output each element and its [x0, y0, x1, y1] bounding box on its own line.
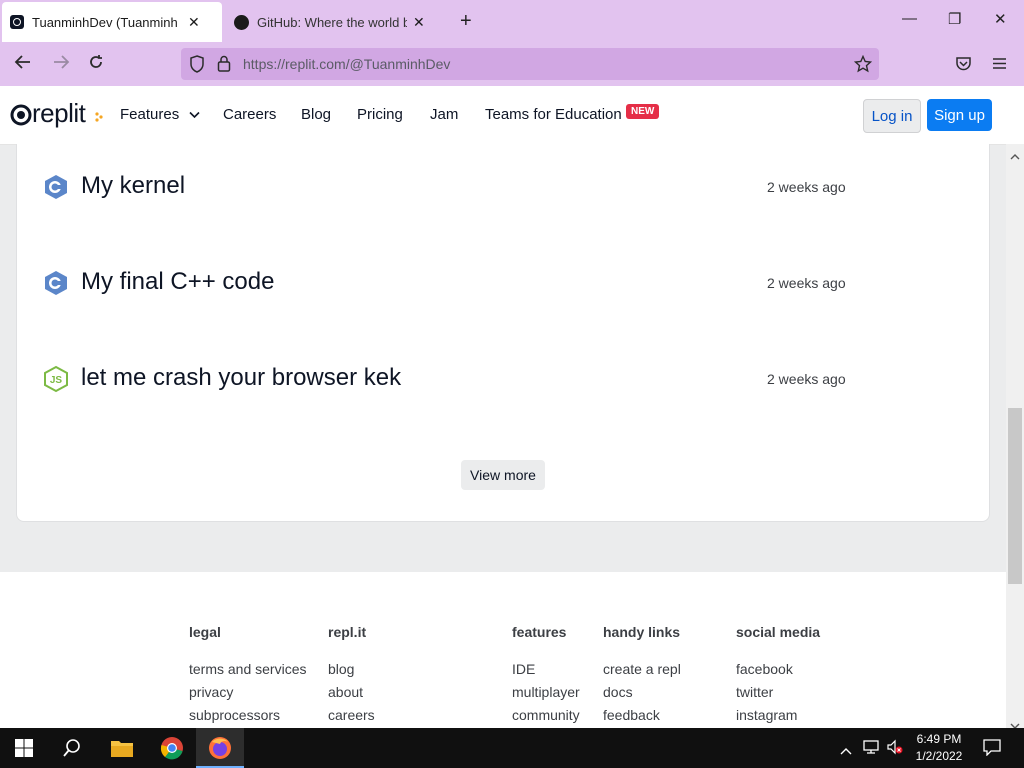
reload-icon[interactable]: [88, 54, 104, 75]
footer-link[interactable]: community: [512, 707, 580, 723]
nav-pricing[interactable]: Pricing: [357, 106, 403, 123]
footer-heading-replit: repl.it: [328, 624, 367, 640]
tab-title: GitHub: Where the world builds software: [257, 14, 407, 30]
footer-heading-legal: legal: [189, 624, 221, 640]
view-more-button[interactable]: View more: [461, 460, 545, 490]
footer-heading-social-media: social media: [736, 624, 821, 640]
footer-link[interactable]: twitter: [736, 684, 773, 700]
nav-teams-for-education[interactable]: Teams for Education: [485, 106, 622, 123]
chrome-icon[interactable]: [160, 736, 184, 760]
volume-muted-icon[interactable]: [886, 739, 904, 760]
bookmark-star-icon[interactable]: [853, 54, 873, 78]
chevron-down-icon: [189, 106, 200, 123]
replit-logo-text[interactable]: replit: [32, 98, 86, 129]
tab-github[interactable]: GitHub: Where the world builds software …: [226, 2, 450, 42]
new-badge: NEW: [626, 104, 660, 119]
footer-heading-handy-links: handy links: [603, 624, 681, 640]
network-icon[interactable]: [862, 739, 880, 760]
footer-link[interactable]: subprocessors: [189, 707, 280, 723]
footer-link[interactable]: docs: [603, 684, 633, 700]
notification-icon[interactable]: [983, 739, 1001, 761]
footer-link[interactable]: blog: [328, 661, 354, 677]
file-explorer-icon[interactable]: [110, 738, 134, 762]
shield-icon[interactable]: [189, 55, 205, 78]
url-text[interactable]: https://replit.com/@TuanminhDev: [243, 56, 450, 72]
footer-link[interactable]: careers: [328, 707, 375, 723]
footer-link[interactable]: feedback: [603, 707, 660, 723]
clock-time: 6:49 PM: [916, 732, 962, 746]
repl-title[interactable]: My kernel: [81, 172, 185, 200]
close-tab-icon[interactable]: ✕: [413, 14, 425, 31]
forward-arrow-icon[interactable]: [52, 54, 70, 75]
close-window-button[interactable]: ✕: [994, 10, 1007, 28]
tab-replit[interactable]: TuanminhDev (Tuanminh Programming) ✕: [2, 2, 222, 42]
chevron-up-icon[interactable]: [840, 742, 852, 760]
footer-link[interactable]: terms and services: [189, 661, 306, 677]
firefox-icon: [208, 736, 232, 760]
back-arrow-icon[interactable]: [14, 54, 32, 75]
logo-dots-icon: [94, 110, 104, 128]
github-favicon-icon: [234, 14, 249, 30]
replit-favicon-icon: [10, 15, 24, 29]
close-tab-icon[interactable]: ✕: [188, 14, 200, 31]
menu-hamburger-icon[interactable]: [992, 57, 1007, 75]
windows-start-icon[interactable]: [14, 738, 38, 762]
footer-link[interactable]: privacy: [189, 684, 233, 700]
footer-link[interactable]: multiplayer: [512, 684, 580, 700]
nav-careers[interactable]: Careers: [223, 106, 276, 123]
scroll-up-icon[interactable]: [1010, 147, 1020, 165]
scrollbar-thumb[interactable]: [1008, 408, 1022, 584]
footer-link[interactable]: about: [328, 684, 363, 700]
new-tab-button[interactable]: +: [460, 10, 472, 33]
nav-blog[interactable]: Blog: [301, 106, 331, 123]
nav-features[interactable]: Features: [120, 106, 200, 123]
clock-date: 1/2/2022: [915, 749, 963, 763]
nodejs-icon: JS: [44, 365, 68, 393]
cpp-icon: [45, 175, 67, 199]
site-footer: [0, 572, 1006, 728]
repl-row[interactable]: [42, 269, 70, 302]
repl-row[interactable]: JS: [42, 365, 70, 398]
repl-row[interactable]: [42, 173, 70, 206]
minimize-button[interactable]: —: [902, 10, 917, 27]
repl-time: 2 weeks ago: [767, 371, 846, 387]
repl-title[interactable]: My final C++ code: [81, 268, 274, 296]
system-clock[interactable]: 6:49 PM 1/2/2022: [906, 731, 972, 765]
maximize-button[interactable]: ❐: [948, 10, 961, 28]
tab-title: TuanminhDev (Tuanminh Programming): [32, 14, 182, 30]
replit-logo-icon[interactable]: [10, 104, 32, 131]
footer-heading-features: features: [512, 624, 567, 640]
repl-time: 2 weeks ago: [767, 179, 846, 195]
nav-jam[interactable]: Jam: [430, 106, 458, 123]
search-icon[interactable]: [62, 738, 86, 762]
footer-link[interactable]: instagram: [736, 707, 797, 723]
footer-link[interactable]: IDE: [512, 661, 535, 677]
nav-features-label: Features: [120, 106, 180, 123]
repl-title[interactable]: let me crash your browser kek: [81, 364, 401, 392]
login-button[interactable]: Log in: [863, 99, 921, 133]
cpp-icon: [45, 271, 67, 295]
footer-link[interactable]: facebook: [736, 661, 793, 677]
footer-link[interactable]: create a repl: [603, 661, 681, 677]
pocket-icon[interactable]: [955, 56, 972, 77]
repl-time: 2 weeks ago: [767, 275, 846, 291]
svg-text:JS: JS: [50, 375, 63, 386]
lock-icon[interactable]: [217, 55, 231, 77]
signup-button[interactable]: Sign up: [927, 99, 992, 131]
